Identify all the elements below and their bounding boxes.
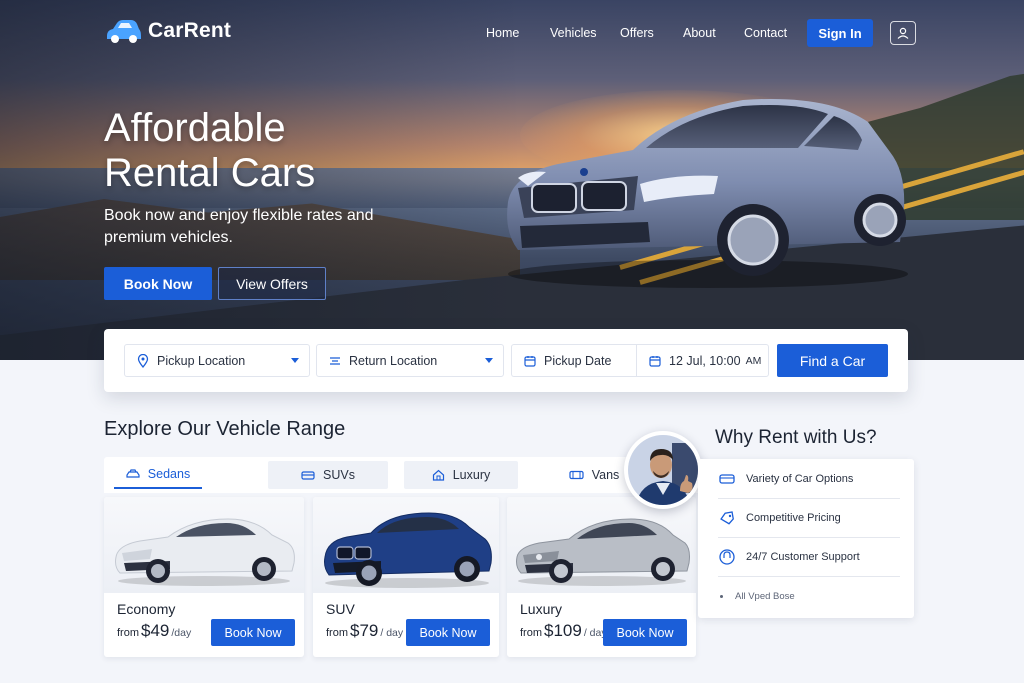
support-agent-avatar xyxy=(624,431,702,509)
book-now-button[interactable]: Book Now xyxy=(211,619,295,646)
price-unit: / day xyxy=(380,627,404,639)
view-offers-button[interactable]: View Offers xyxy=(218,267,326,300)
tab-luxury-label: Luxury xyxy=(452,468,491,482)
pickup-datetime-field[interactable]: 12 Jul, 10:00 AM xyxy=(636,344,769,377)
feature-variety: Variety of Car Options xyxy=(718,460,900,499)
sign-in-button[interactable]: Sign In xyxy=(807,19,873,47)
tab-vans-label: Vans xyxy=(591,468,620,482)
van-icon xyxy=(569,470,584,479)
price-from: from xyxy=(326,627,348,639)
hero-title-line2: Rental Cars xyxy=(104,151,316,195)
book-now-button[interactable]: Book Now xyxy=(104,267,212,300)
vehicle-category-tabs: Sedans SUVs Luxury Vans xyxy=(104,457,698,493)
brand-logo[interactable]: CarRent xyxy=(104,18,231,44)
why-rent-panel: Variety of Car Options Competitive Prici… xyxy=(698,459,914,618)
book-now-button[interactable]: Book Now xyxy=(603,619,687,646)
feature-label: 24/7 Customer Support xyxy=(746,551,860,563)
price-amount: $79 xyxy=(350,621,379,640)
price-from: from xyxy=(520,627,542,639)
tab-suvs-label: SUVs xyxy=(323,468,355,482)
pickup-datetime-ampm: AM xyxy=(745,354,762,367)
return-location-select[interactable]: Return Location xyxy=(316,344,504,377)
pickup-location-label: Pickup Location xyxy=(157,353,246,368)
tab-suvs[interactable]: SUVs xyxy=(268,461,388,489)
calendar-icon xyxy=(524,355,536,367)
feature-footnote: All Vped Bose xyxy=(718,577,900,616)
agent-photo xyxy=(628,435,698,505)
feature-label: Variety of Car Options xyxy=(746,473,854,485)
vehicle-card-title: Economy xyxy=(117,601,176,617)
why-rent-title: Why Rent with Us? xyxy=(715,427,877,448)
vehicle-range-title: Explore Our Vehicle Range xyxy=(104,418,346,440)
nav-home[interactable]: Home xyxy=(486,26,519,40)
bullet-dot xyxy=(720,595,723,598)
vehicle-photo xyxy=(507,497,696,593)
home-icon xyxy=(432,469,444,481)
feature-label: Competitive Pricing xyxy=(746,512,841,524)
price-amount: $109 xyxy=(544,621,582,640)
price-amount: $49 xyxy=(141,621,170,640)
tab-sedans[interactable]: Sedans xyxy=(114,461,202,489)
vehicle-card-title: Luxury xyxy=(520,601,563,617)
pickup-date-field[interactable]: Pickup Date xyxy=(511,344,637,377)
footnote-text: All Vped Bose xyxy=(735,591,795,602)
return-lines-icon xyxy=(330,356,340,365)
return-location-label: Return Location xyxy=(349,353,438,368)
luxury-car-image xyxy=(516,518,690,586)
calendar-icon xyxy=(649,355,661,367)
nav-contact[interactable]: Contact xyxy=(744,26,787,40)
chevron-down-icon xyxy=(485,358,493,363)
find-car-button[interactable]: Find a Car xyxy=(777,344,888,377)
feature-pricing: Competitive Pricing xyxy=(718,499,900,538)
vehicle-card-price: from $49 /day xyxy=(117,621,191,641)
booking-search-bar: Pickup Location Return Location Pickup D… xyxy=(104,329,908,392)
car-logo-icon xyxy=(107,20,141,43)
chevron-down-icon xyxy=(291,358,299,363)
price-unit: /day xyxy=(171,627,192,639)
user-icon xyxy=(897,27,909,39)
vehicle-card-economy[interactable]: Economy from $49 /day Book Now xyxy=(104,497,304,657)
nav-offers[interactable]: Offers xyxy=(620,26,654,40)
vehicle-photo xyxy=(104,497,304,593)
location-pin-icon xyxy=(137,353,149,368)
economy-car-image xyxy=(115,518,295,586)
vehicle-card-price: from $109 / day xyxy=(520,621,607,641)
suv-car-image xyxy=(324,512,492,588)
hero-car-image xyxy=(507,98,908,288)
vehicle-card-price: from $79 / day xyxy=(326,621,403,641)
nav-vehicles[interactable]: Vehicles xyxy=(550,26,597,40)
hero-title: Affordable Rental Cars xyxy=(104,106,315,196)
vehicle-photo xyxy=(313,497,499,593)
tag-icon xyxy=(720,511,734,525)
pickup-date-label: Pickup Date xyxy=(544,353,612,368)
nav-about[interactable]: About xyxy=(683,26,716,40)
vehicle-card-title: SUV xyxy=(326,601,355,617)
car-icon xyxy=(719,474,735,484)
support-icon xyxy=(719,549,735,565)
vehicle-card-luxury[interactable]: Luxury from $109 / day Book Now xyxy=(507,497,696,657)
hero-subtitle: Book now and enjoy flexible rates and pr… xyxy=(104,207,374,246)
tab-luxury[interactable]: Luxury xyxy=(404,461,518,489)
tab-sedans-label: Sedans xyxy=(147,467,191,481)
price-from: from xyxy=(117,627,139,639)
suv-icon xyxy=(301,470,315,480)
hero-title-line1: Affordable xyxy=(104,106,286,150)
brand-name: CarRent xyxy=(148,19,232,42)
pickup-datetime-value: 12 Jul, 10:00 xyxy=(669,353,741,368)
book-now-button[interactable]: Book Now xyxy=(406,619,490,646)
pickup-location-select[interactable]: Pickup Location xyxy=(124,344,310,377)
sedan-icon xyxy=(126,468,140,478)
feature-support: 24/7 Customer Support xyxy=(718,538,900,577)
vehicle-card-suv[interactable]: SUV from $79 / day Book Now xyxy=(313,497,499,657)
user-account-button[interactable] xyxy=(890,21,916,45)
